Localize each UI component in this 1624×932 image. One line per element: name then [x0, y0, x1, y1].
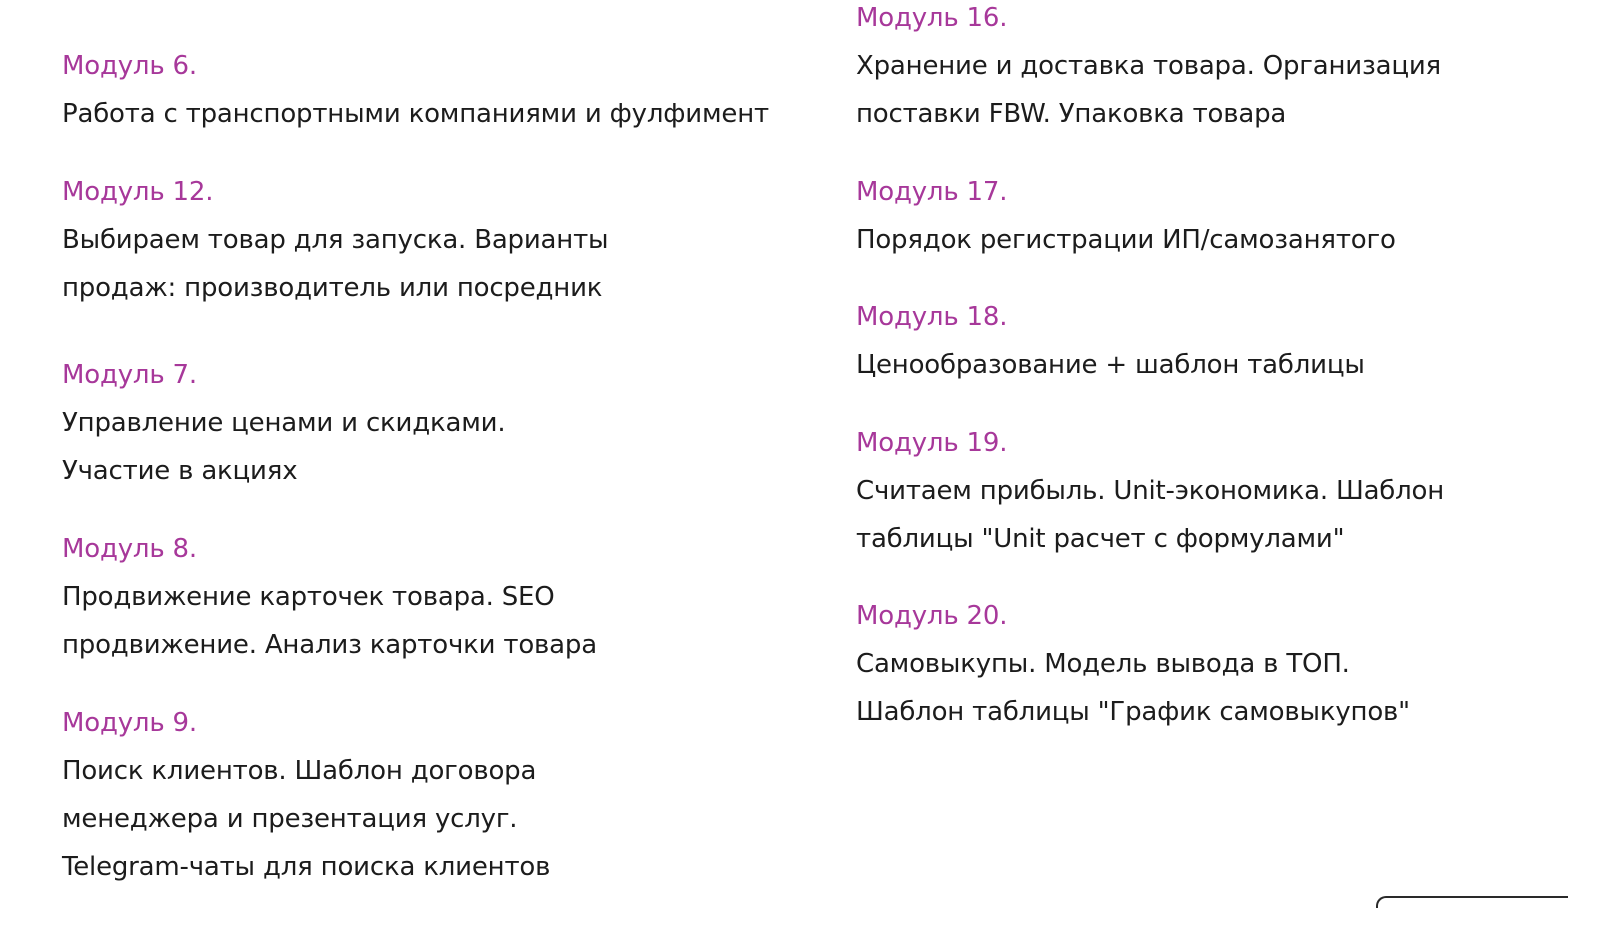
module-description-line: Участие в акциях: [62, 456, 298, 486]
module-title: Модуль 8.: [62, 534, 197, 564]
module-title: Модуль 17.: [856, 177, 1008, 207]
module-title: Модуль 20.: [856, 601, 1008, 631]
module-title: Модуль 7.: [62, 360, 197, 390]
module-title: Модуль 6.: [62, 51, 197, 81]
module-description-line: Выбираем товар для запуска. Варианты: [62, 225, 609, 255]
module-description-line: Хранение и доставка товара. Организация: [856, 51, 1441, 81]
module-16: Модуль 16. Хранение и доставка товара. О…: [856, 0, 1596, 138]
module-title: Модуль 19.: [856, 428, 1008, 458]
scroll-edge-artifact: [1376, 896, 1568, 908]
module-title: Модуль 9.: [62, 708, 197, 738]
module-description-line: Считаем прибыль. Unit-экономика. Шаблон: [856, 476, 1445, 506]
module-description-line: Самовыкупы. Модель вывода в ТОП.: [856, 649, 1350, 679]
module-description-line: Поиск клиентов. Шаблон договора: [62, 756, 537, 786]
cut-off-text: пр: [62, 0, 96, 10]
module-description-line: продвижение. Анализ карточки товара: [62, 630, 597, 660]
module-18: Модуль 18. Ценообразование + шаблон табл…: [856, 293, 1596, 389]
module-description-line: продаж: производитель или посредник: [62, 273, 603, 303]
module-19: Модуль 19. Считаем прибыль. Unit-экономи…: [856, 419, 1596, 563]
module-description-line: менеджера и презентация услуг.: [62, 804, 518, 834]
module-description-line: Управление ценами и скидками.: [62, 408, 506, 438]
module-description-line: Работа с транспортными компаниями и фулф…: [62, 99, 769, 129]
module-description-line: Ценообразование + шаблон таблицы: [856, 350, 1365, 380]
module-description-line: Шаблон таблицы "График самовыкупов": [856, 697, 1410, 727]
module-8: Модуль 8. Продвижение карточек товара. S…: [62, 525, 822, 669]
module-6: Модуль 6. Работа с транспортными компани…: [62, 42, 822, 138]
module-title: Модуль 16.: [856, 3, 1008, 33]
module-7: Модуль 7. Управление ценами и скидками. …: [62, 351, 822, 495]
module-description-line: таблицы "Unit расчет с формулами": [856, 524, 1345, 554]
module-description-line: Порядок регистрации ИП/самозанятого: [856, 225, 1396, 255]
module-description-line: Telegram-чаты для поиска клиентов: [62, 852, 551, 882]
module-description-line: поставки FBW. Упаковка товара: [856, 99, 1287, 129]
module-title: Модуль 18.: [856, 302, 1008, 332]
module-title: Модуль 12.: [62, 177, 214, 207]
module-12: Модуль 12. Выбираем товар для запуска. В…: [62, 168, 822, 312]
module-17: Модуль 17. Порядок регистрации ИП/самоза…: [856, 168, 1596, 264]
module-9: Модуль 9. Поиск клиентов. Шаблон договор…: [62, 699, 822, 891]
module-description-line: Продвижение карточек товара. SEO: [62, 582, 555, 612]
module-20: Модуль 20. Самовыкупы. Модель вывода в Т…: [856, 592, 1596, 736]
